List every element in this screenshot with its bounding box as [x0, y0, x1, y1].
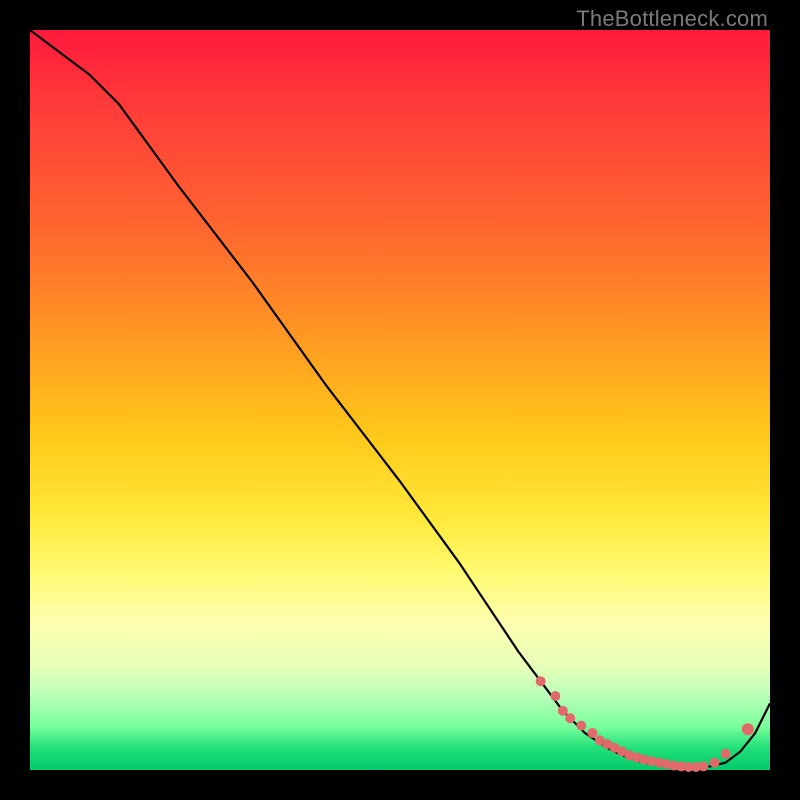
- bottleneck-curve: [30, 30, 770, 767]
- highlight-dot: [587, 728, 597, 738]
- highlight-dot: [558, 706, 568, 716]
- chart-frame: TheBottleneck.com: [0, 0, 800, 800]
- highlight-dot: [742, 723, 754, 735]
- highlight-dot: [721, 749, 731, 759]
- curve-layer: [30, 30, 770, 770]
- highlight-dots: [536, 676, 754, 772]
- plot-area: [30, 30, 770, 770]
- highlight-dot: [565, 713, 575, 723]
- highlight-dot: [698, 761, 708, 771]
- highlight-dot: [710, 758, 720, 768]
- watermark-text: TheBottleneck.com: [576, 6, 768, 32]
- highlight-dot: [550, 691, 560, 701]
- highlight-dot: [536, 676, 546, 686]
- highlight-dot: [576, 721, 586, 731]
